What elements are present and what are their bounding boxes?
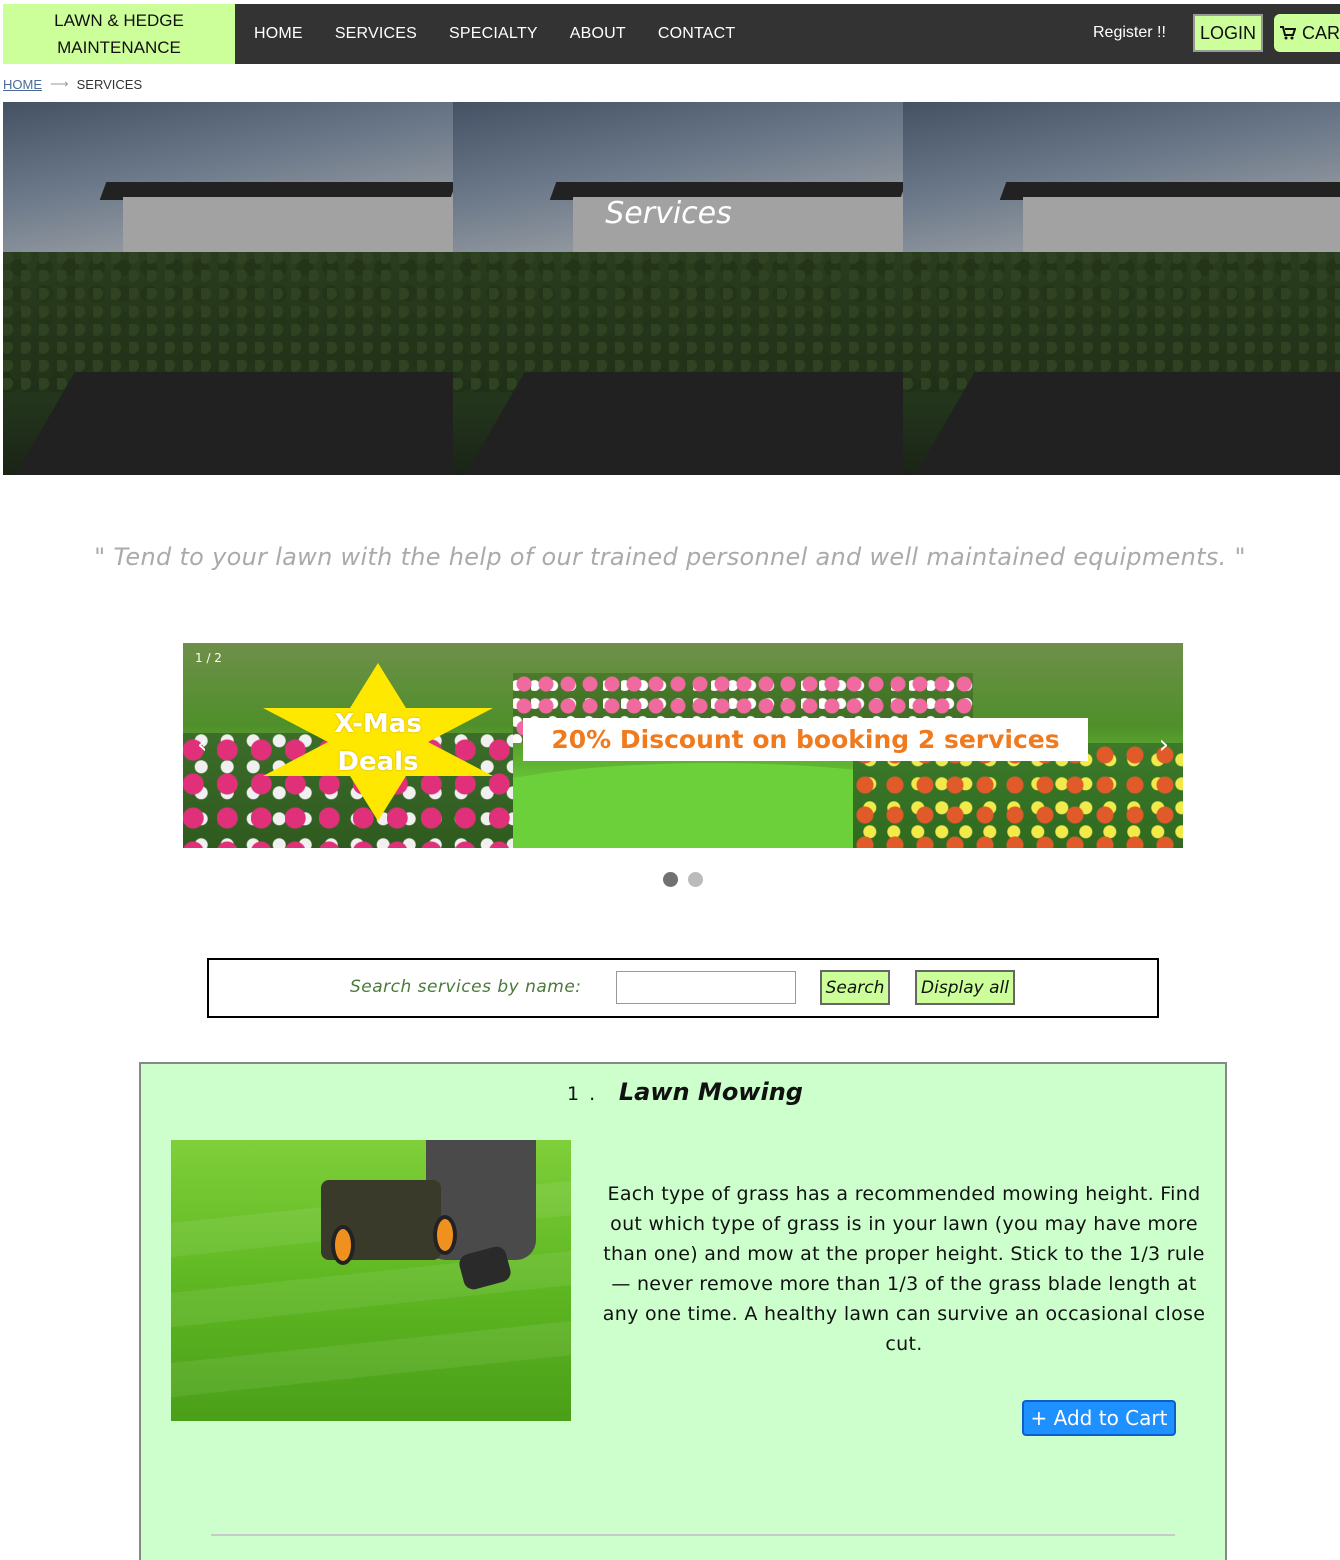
search-label: Search services by name:	[350, 977, 582, 997]
promo-slideshow: 1 / 2 X-Mas Deals 20% Discount on bookin…	[183, 643, 1183, 848]
slide-dot-2[interactable]	[688, 872, 703, 887]
hero-image	[903, 102, 1340, 475]
nav-home[interactable]: HOME	[254, 25, 303, 43]
cart-label: CART	[1302, 22, 1340, 43]
nav-contact[interactable]: CONTACT	[658, 25, 736, 43]
slide-prev-button[interactable]: ‹	[197, 732, 207, 758]
service-description: Each type of grass has a recommended mow…	[602, 1183, 1206, 1355]
breadcrumb-current: SERVICES	[76, 76, 143, 92]
search-input[interactable]	[616, 971, 796, 1004]
tagline-quote: " Tend to your lawn with the help of our…	[94, 543, 1246, 571]
nav-services[interactable]: SERVICES	[335, 25, 417, 43]
site-logo[interactable]: LAWN & HEDGE MAINTENANCE	[3, 4, 235, 64]
shopping-cart-icon	[1280, 26, 1296, 40]
slide-counter: 1 / 2	[195, 651, 222, 665]
hero-image	[453, 102, 903, 475]
service-number: 1 .	[567, 1083, 598, 1105]
brand-line-1: LAWN & HEDGE	[54, 11, 184, 30]
slide-next-button[interactable]: ›	[1159, 732, 1169, 758]
search-button[interactable]: Search	[820, 970, 890, 1005]
login-button[interactable]: LOGIN	[1193, 14, 1263, 52]
service-title: 1 . Lawn Mowing	[141, 1078, 1229, 1106]
register-link[interactable]: Register !!	[1093, 24, 1166, 42]
cart-button[interactable]: CART	[1274, 14, 1340, 52]
service-card: 1 . Lawn Mowing Each type of grass has a…	[139, 1062, 1227, 1560]
search-panel: Search services by name: Search Display …	[207, 958, 1159, 1018]
service-name: Lawn Mowing	[618, 1078, 803, 1106]
brand-line-2: MAINTENANCE	[57, 38, 181, 57]
nav-specialty[interactable]: SPECIALTY	[449, 25, 538, 43]
page-title: Services	[605, 196, 732, 231]
add-to-cart-button[interactable]: + Add to Cart	[1022, 1400, 1176, 1436]
arrow-right-icon: ⟶	[50, 76, 69, 91]
promo-star-text: X-Mas Deals	[334, 709, 422, 777]
breadcrumb: HOME ⟶ SERVICES	[3, 76, 142, 92]
main-nav: HOME SERVICES SPECIALTY ABOUT CONTACT	[237, 4, 750, 64]
display-all-button[interactable]: Display all	[915, 970, 1015, 1005]
nav-about[interactable]: ABOUT	[570, 25, 626, 43]
hero-banner	[3, 102, 1340, 475]
divider	[211, 1534, 1175, 1536]
slide-dot-1[interactable]	[663, 872, 678, 887]
service-image	[171, 1140, 571, 1421]
breadcrumb-home[interactable]: HOME	[3, 77, 42, 92]
promo-banner: 20% Discount on booking 2 services	[523, 718, 1088, 761]
hero-image	[3, 102, 453, 475]
slide-dots	[663, 872, 703, 887]
